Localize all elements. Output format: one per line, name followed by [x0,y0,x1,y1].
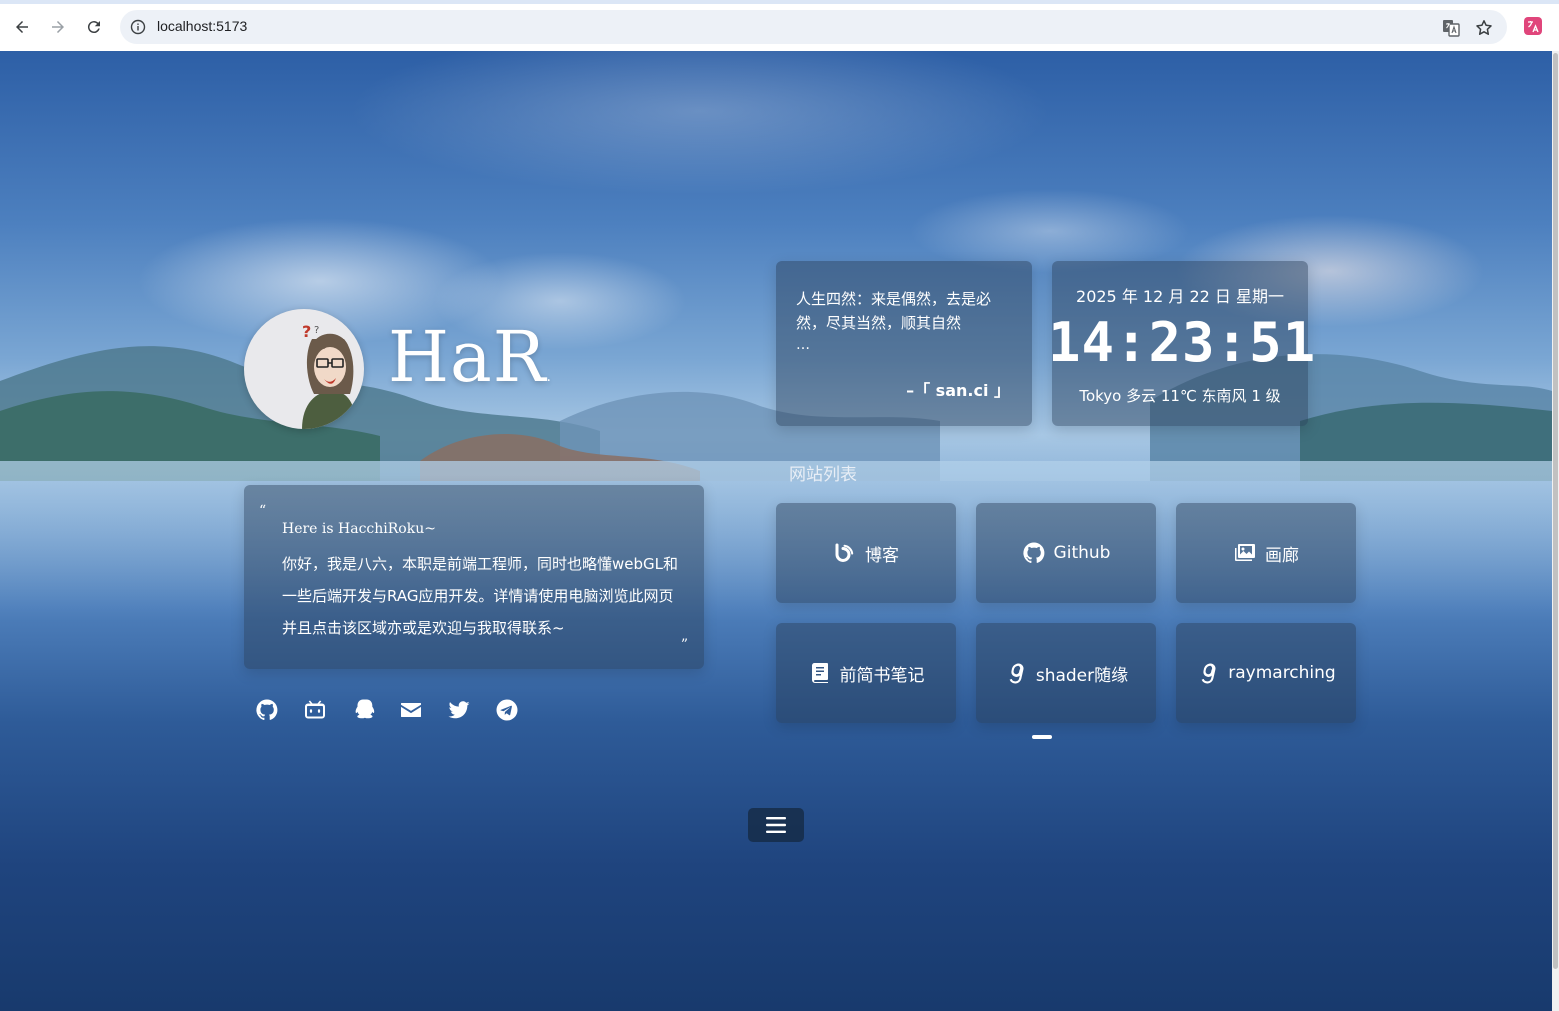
social-bilibili-link[interactable] [302,697,328,723]
site-tile-jianshu-notes[interactable]: 前简书笔记 [776,623,956,723]
address-bar[interactable]: localhost:5173 [120,10,1507,44]
close-quote-mark: ” [680,637,688,653]
site-tile-label: 前简书笔记 [839,665,925,686]
site-tile-label: raymarching [1228,663,1336,683]
open-quote-mark: “ [259,503,267,519]
arrow-left-icon [16,21,28,33]
quote-author: –「 san.ci 」 [906,381,1010,400]
extension-translate-icon[interactable] [1524,17,1542,35]
blog-icon [835,543,854,562]
twitter-icon [448,701,470,719]
clock-time: 14:23:51 [1048,311,1317,374]
site-list-title: 网站列表 [789,465,857,485]
arrow-right-icon [52,21,64,33]
bilibili-icon [305,700,325,719]
reload-button[interactable] [82,15,106,39]
book-icon [811,663,828,683]
translate-icon[interactable] [1442,19,1460,37]
mail-icon [401,703,421,717]
social-github-link[interactable] [254,697,280,723]
site-title-text: HaR [388,316,547,398]
browser-toolbar: localhost:5173 [0,0,1559,51]
social-links [254,697,520,723]
glsl-icon [1009,663,1024,684]
reload-icon [87,21,100,34]
social-twitter-link[interactable] [446,697,472,723]
svg-text:?: ? [314,325,319,336]
forward-button[interactable] [46,15,70,39]
site-tile-label: shader随缘 [1035,665,1129,686]
gallery-icon [1235,544,1255,561]
site-tile-raymarching[interactable]: raymarching [1176,623,1356,723]
social-qq-link[interactable] [350,697,376,723]
site-tile-blog[interactable]: 博客 [776,503,956,603]
site-tile-github[interactable]: Github [976,503,1156,603]
site-info-icon[interactable] [130,19,146,35]
site-tile-label: Github [1053,543,1111,563]
scrollbar-thumb[interactable] [1553,53,1558,969]
qq-icon [355,699,375,719]
weather-info: Tokyo 多云 11℃ 东南风 1 级 [1079,387,1281,405]
quote-text: 人生四然：来是偶然，去是必然，尽其当然，顺其自然 [796,290,992,332]
site-title: HaR. [388,316,552,398]
clock-card: 2025 年 12 月 22 日 星期一 14:23:51 Tokyo 多云 1… [1048,261,1315,426]
avatar-illustration: ? ? [302,322,356,429]
clock-date: 2025 年 12 月 22 日 星期一 [1076,287,1284,306]
social-mail-link[interactable] [398,697,424,723]
site-title-dot: . [546,369,552,385]
page-scrollbar[interactable] [1552,51,1559,1011]
intro-body: 你好，我是八六，本职是前端工程师，同时也略懂webGL和一些后端开发与RAG应用… [282,555,679,637]
quote-card[interactable]: 人生四然：来是偶然，去是必然，尽其当然，顺其自然 … –「 san.ci 」 [776,261,1032,426]
site-tile-shader[interactable]: shader随缘 [976,623,1156,723]
avatar[interactable]: ? ? [244,309,364,429]
telegram-icon [496,699,518,721]
menu-button[interactable] [748,808,804,842]
site-tile-label: 博客 [865,545,899,566]
intro-greeting: Here is HacchiRoku~ [282,521,436,537]
github-icon [256,699,278,721]
extension-glyph [1528,21,1539,33]
intro-card[interactable]: “ Here is HacchiRoku~ 你好，我是八六，本职是前端工程师，同… [244,485,704,669]
glsl-icon [1201,663,1216,684]
svg-text:?: ? [302,322,311,341]
quote-ellipsis: … [796,337,810,353]
page-indicator[interactable] [1032,735,1052,739]
social-telegram-link[interactable] [494,697,520,723]
window-top-edge [0,0,1559,4]
hamburger-icon [766,817,786,833]
site-tile-label: 画廊 [1265,545,1299,566]
bookmark-star-icon[interactable] [1475,19,1493,37]
url-text: localhost:5173 [157,18,248,34]
site-tile-gallery[interactable]: 画廊 [1176,503,1356,603]
github-icon [1022,542,1044,564]
back-button[interactable] [10,15,34,39]
